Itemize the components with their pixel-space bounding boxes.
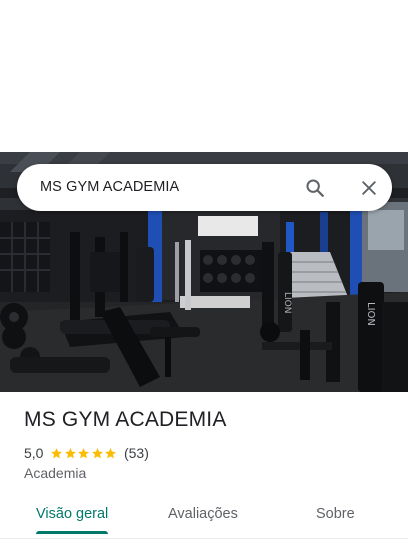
rating-value: 5,0 — [24, 445, 44, 461]
review-count[interactable]: (53) — [124, 445, 149, 461]
star-icon — [78, 447, 90, 458]
close-icon — [362, 181, 376, 195]
machine-brand-text-2: LION — [365, 302, 376, 326]
tab-overview[interactable]: Visão geral — [36, 496, 108, 532]
rating-row[interactable]: 5,0 (53) — [24, 444, 149, 462]
place-title: MS GYM ACADEMIA — [24, 408, 227, 431]
place-tabs: Visão geral Avaliações Sobre — [0, 496, 408, 536]
star-rating — [50, 447, 118, 460]
machine-brand-text: LION — [282, 292, 292, 314]
clear-search-button[interactable] — [356, 175, 382, 201]
search-bar[interactable]: MS GYM ACADEMIA — [17, 164, 392, 211]
divider — [0, 538, 408, 539]
tab-reviews[interactable]: Avaliações — [168, 496, 238, 532]
star-icon — [92, 447, 103, 458]
tab-about[interactable]: Sobre — [316, 496, 355, 532]
search-input[interactable]: MS GYM ACADEMIA — [40, 164, 179, 211]
place-category[interactable]: Academia — [24, 465, 86, 481]
star-icon — [51, 447, 63, 458]
search-button[interactable] — [302, 175, 328, 201]
star-icon — [65, 447, 76, 458]
star-icon — [105, 447, 117, 458]
search-icon — [306, 179, 324, 197]
active-tab-indicator — [36, 531, 108, 534]
